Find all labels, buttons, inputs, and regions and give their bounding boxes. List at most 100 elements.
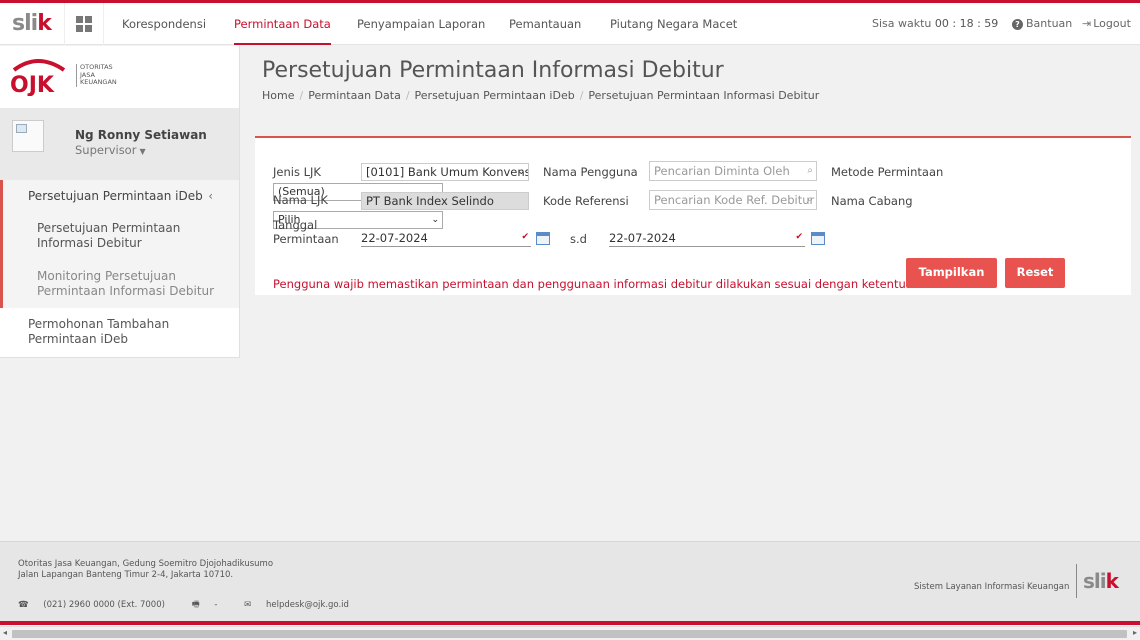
slik-logo[interactable]: slik [12, 11, 52, 36]
user-panel: Ng Ronny Setiawan Supervisor ▼ [0, 108, 239, 180]
mail-icon: ✉ [244, 600, 252, 610]
date-from-value: 22-07-2024 [361, 231, 428, 245]
calendar-icon[interactable] [536, 232, 550, 245]
reset-button[interactable]: Reset [1005, 258, 1065, 288]
permintaan-label: Permintaan [273, 232, 339, 246]
horizontal-scrollbar[interactable]: ◂ ▸ [0, 626, 1140, 640]
scroll-right-icon[interactable]: ▸ [1133, 628, 1137, 637]
date-separator: s.d [570, 232, 587, 246]
required-mark-icon: ✔ [795, 232, 803, 242]
search-icon[interactable]: ⌕ [807, 162, 813, 180]
session-timer: Sisa waktu 00 : 18 : 59 [872, 3, 998, 45]
ojk-mark-icon: OJK [10, 59, 66, 96]
footer-system-name: Sistem Layanan Informasi Keuangan [914, 582, 1070, 592]
breadcrumb-separator: / [405, 89, 410, 102]
timer-label: Sisa waktu [872, 17, 932, 30]
sidebar-group-persetujuan: Persetujuan Permintaan iDeb ‹ Persetujua… [0, 180, 239, 308]
date-from-input[interactable]: 22-07-2024 ✔ [361, 231, 531, 247]
footer-address-line-1: Otoritas Jasa Keuangan, Gedung Soemitro … [18, 559, 274, 569]
brand-suffix: k [37, 11, 52, 36]
nama-ljk-label: Nama LJK [273, 193, 328, 207]
footer: Otoritas Jasa Keuangan, Gedung Soemitro … [0, 541, 1140, 621]
nama-pengguna-input[interactable]: Pencarian Diminta Oleh ⌕ [649, 161, 817, 181]
chevron-left-icon[interactable]: ‹ [208, 189, 213, 203]
avatar [12, 120, 44, 152]
nama-ljk-field: PT Bank Index Selindo [361, 192, 529, 210]
tampilkan-button[interactable]: Tampilkan [906, 258, 997, 288]
search-icon[interactable]: ⌕ [807, 191, 813, 209]
kode-referensi-input[interactable]: Pencarian Kode Ref. Debitur ⌕ [649, 190, 817, 210]
ojk-line-3: KEUANGAN [80, 78, 117, 86]
footer-address-line-2: Jalan Lapangan Banteng Timur 2-4, Jakart… [18, 570, 234, 580]
kode-referensi-placeholder: Pencarian Kode Ref. Debitur [654, 193, 815, 207]
timer-value: 00 : 18 : 59 [934, 17, 999, 30]
svg-text:OJK: OJK [10, 73, 55, 96]
footer-contact: ☎ (021) 2960 0000 (Ext. 7000) 🖷 - ✉ help… [18, 599, 373, 613]
footer-email[interactable]: ✉ helpdesk@ojk.go.id [244, 600, 361, 610]
tanggal-label: Tanggal [273, 218, 318, 232]
sidebar-item-monitoring[interactable]: Monitoring Persetujuan Permintaan Inform… [37, 269, 227, 299]
sidebar: OJK OTORITAS JASA KEUANGAN Ng Ronny Seti… [0, 46, 240, 358]
jenis-ljk-label: Jenis LJK [273, 165, 321, 179]
nama-cabang-label: Nama Cabang [831, 194, 913, 208]
logout-label: Logout [1093, 17, 1131, 30]
help-link[interactable]: ? Bantuan [1012, 3, 1072, 45]
logout-icon: ⇥ [1082, 17, 1092, 30]
footer-phone: ☎ (021) 2960 0000 (Ext. 7000) [18, 600, 177, 610]
footer-accent-line [0, 621, 1140, 625]
footer-brand-prefix: sli [1083, 569, 1107, 593]
breadcrumb-persetujuan-ideb[interactable]: Persetujuan Permintaan iDeb [415, 89, 575, 102]
chevron-down-icon: ⌄ [517, 167, 525, 177]
footer-brand-suffix: k [1105, 569, 1119, 593]
question-icon: ? [1012, 18, 1023, 30]
ojk-wordmark: OTORITAS JASA KEUANGAN [76, 63, 117, 87]
app-grid-button[interactable] [64, 3, 104, 45]
jenis-ljk-select[interactable]: [0101] Bank Umum Konvensional ⌄ [361, 163, 529, 181]
filter-panel: Jenis LJK [0101] Bank Umum Konvensional … [255, 136, 1131, 295]
slik-notice: Pengguna wajib memastikan permintaan dan… [273, 277, 953, 291]
calendar-icon[interactable] [811, 232, 825, 245]
phone-icon: ☎ [18, 600, 29, 610]
user-role-label: Supervisor [75, 143, 137, 157]
sidebar-group-title[interactable]: Persetujuan Permintaan iDeb [28, 189, 203, 203]
footer-fax: 🖷 - [192, 600, 230, 610]
chevron-down-icon: ⌄ [431, 215, 439, 225]
nav-korespondensi[interactable]: Korespondensi [122, 3, 206, 45]
footer-email-value: helpdesk@ojk.go.id [265, 600, 349, 610]
sidebar-item-persetujuan-informasi[interactable]: Persetujuan Permintaan Informasi Debitur [37, 221, 227, 251]
breadcrumb-permintaan-data[interactable]: Permintaan Data [308, 89, 401, 102]
nav-piutang-negara-macet[interactable]: Piutang Negara Macet [610, 3, 737, 45]
sidebar-item-permohonan[interactable]: Permohonan Tambahan Permintaan iDeb [28, 317, 228, 347]
scrollbar-thumb[interactable] [12, 630, 1127, 638]
nav-pemantauan[interactable]: Pemantauan [509, 3, 581, 45]
breadcrumb-separator: / [579, 89, 584, 102]
nama-pengguna-placeholder: Pencarian Diminta Oleh [654, 164, 790, 178]
user-role-dropdown[interactable]: Supervisor ▼ [75, 143, 146, 157]
metode-permintaan-label: Metode Permintaan [831, 165, 944, 179]
page-title: Persetujuan Permintaan Informasi Debitur [262, 58, 724, 83]
footer-slik-logo: slik [1076, 564, 1119, 598]
date-to-input[interactable]: 22-07-2024 ✔ [609, 231, 805, 247]
breadcrumb: Home / Permintaan Data / Persetujuan Permint… [262, 89, 819, 102]
breadcrumb-home[interactable]: Home [262, 89, 294, 102]
top-navbar: slik Korespondensi Permintaan Data Penya… [0, 3, 1140, 45]
required-mark-icon: ✔ [521, 232, 529, 242]
footer-address: Otoritas Jasa Keuangan, Gedung Soemitro … [18, 559, 273, 581]
footer-phone-value: (021) 2960 0000 (Ext. 7000) [43, 600, 165, 610]
kode-referensi-label: Kode Referensi [543, 194, 629, 208]
help-label: Bantuan [1026, 17, 1073, 30]
breadcrumb-separator: / [299, 89, 304, 102]
nav-permintaan-data[interactable]: Permintaan Data [234, 3, 331, 45]
jenis-ljk-value: [0101] Bank Umum Konvensional [366, 165, 528, 179]
nav-penyampaian-laporan[interactable]: Penyampaian Laporan [357, 3, 485, 45]
nama-pengguna-label: Nama Pengguna [543, 165, 638, 179]
scroll-left-icon[interactable]: ◂ [3, 628, 7, 637]
grid-icon [76, 16, 92, 32]
brand-prefix: sli [12, 11, 38, 36]
logout-link[interactable]: ⇥ Logout [1082, 3, 1131, 45]
user-name: Ng Ronny Setiawan [75, 128, 207, 142]
caret-down-icon: ▼ [139, 147, 146, 156]
breadcrumb-current: Persetujuan Permintaan Informasi Debitur [588, 89, 820, 102]
date-to-value: 22-07-2024 [609, 231, 676, 245]
footer-fax-value: - [214, 600, 218, 610]
